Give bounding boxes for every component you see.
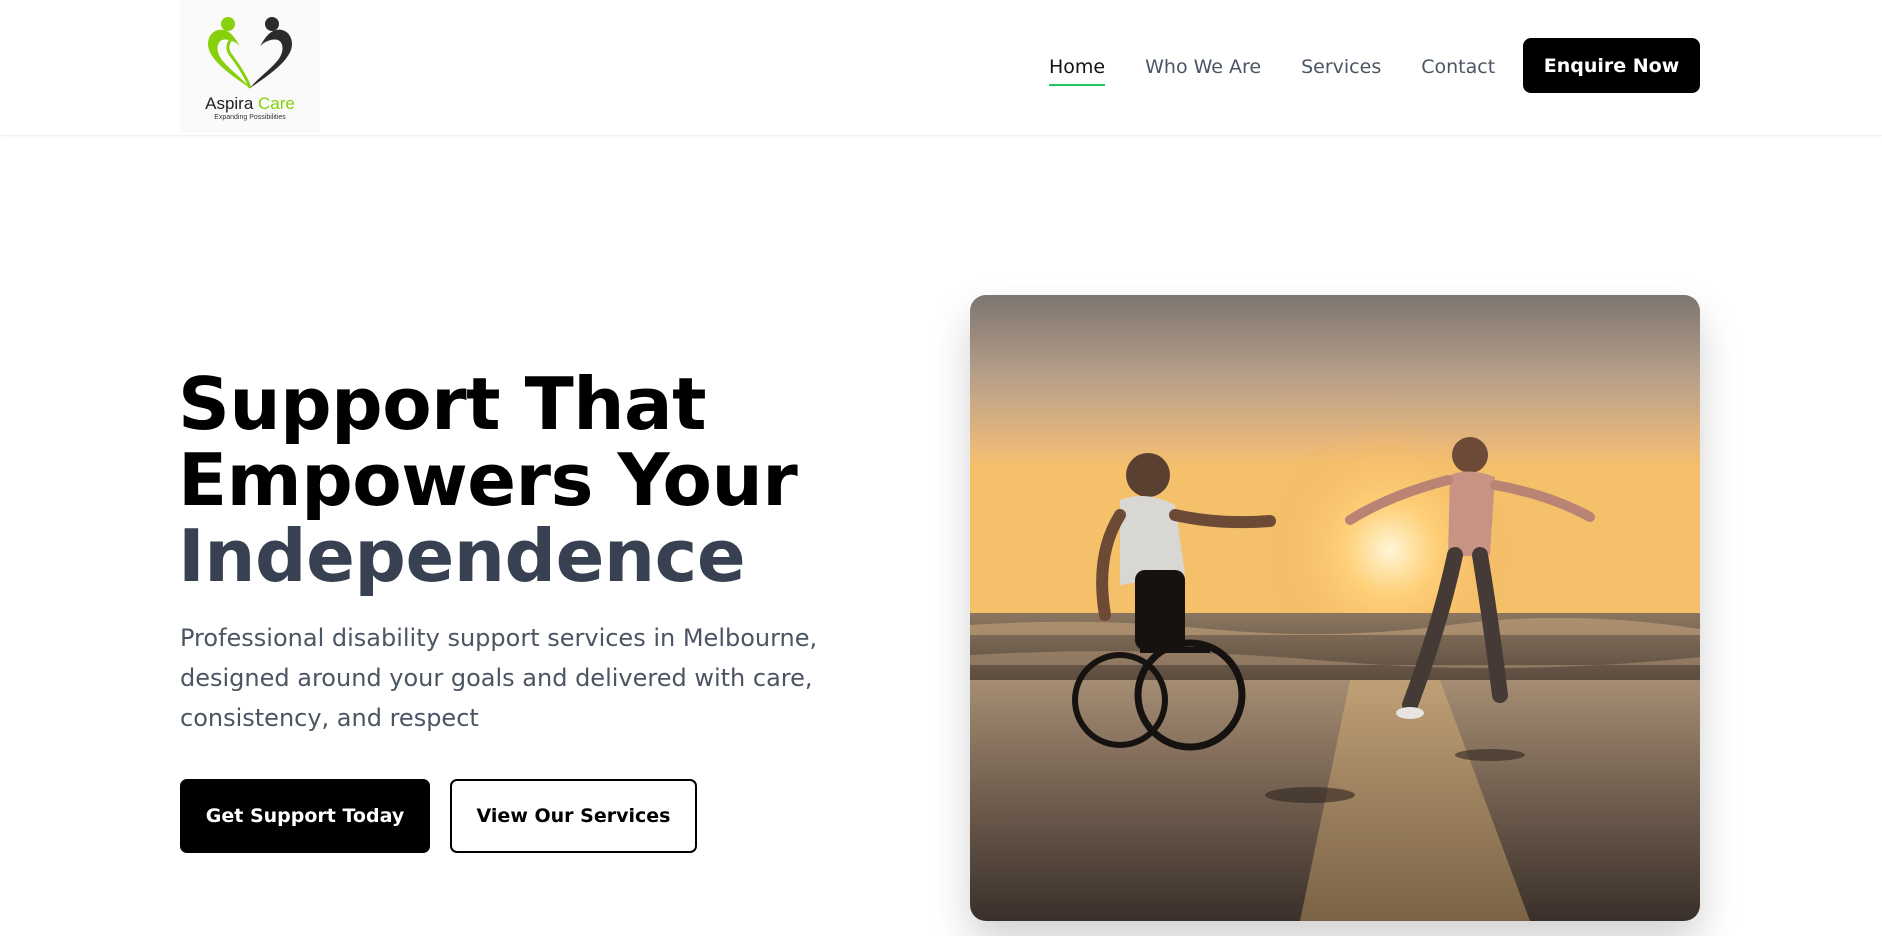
hero-title-highlight: Independence [178,514,746,598]
view-services-button[interactable]: View Our Services [450,779,697,853]
heart-people-logo-icon [208,17,292,89]
brand-tagline: Expanding Possibilities [214,114,286,121]
hero-title: Support That Empowers Your Independence [178,366,938,594]
nav-contact[interactable]: Contact [1421,56,1495,78]
beach-sunset-wheelchair-photo-icon [970,295,1700,921]
enquire-now-button[interactable]: Enquire Now [1523,38,1700,93]
nav-home[interactable]: Home [1049,56,1106,86]
brand-logo[interactable]: Aspira Care Expanding Possibilities [180,0,320,132]
hero-title-line1: Support That [178,362,707,446]
hero-title-line2: Empowers Your [178,438,798,522]
hero-subtitle: Professional disability support services… [180,624,818,732]
main-nav: Home Who We Are Services Contact [1049,52,1535,86]
get-support-button[interactable]: Get Support Today [180,779,430,853]
hero-image [970,295,1700,921]
site-header: Aspira Care Expanding Possibilities Home… [0,0,1882,136]
brand-name: Aspira Care [180,94,320,114]
nav-services[interactable]: Services [1301,56,1381,78]
brand-name-part2: Care [258,94,295,113]
nav-who-we-are[interactable]: Who We Are [1145,56,1261,78]
brand-name-part1: Aspira [205,94,254,113]
